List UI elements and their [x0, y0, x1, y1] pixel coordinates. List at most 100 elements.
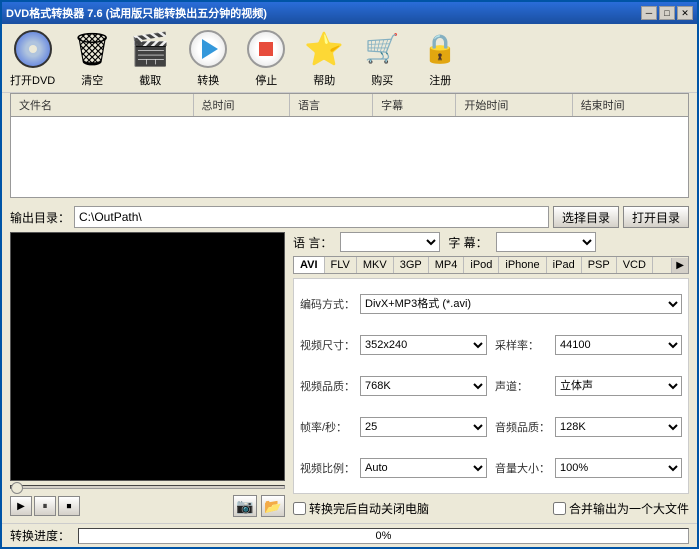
sample-rate-select[interactable]: 44100: [555, 335, 682, 355]
close-button[interactable]: ✕: [677, 6, 693, 20]
col-language: 语言: [290, 94, 373, 116]
window-title: DVD格式转换器 7.6 (试用版只能转换出五分钟的视频): [6, 5, 267, 21]
video-controls: ▶ ⏸ ⏹ 📷 📂: [10, 493, 285, 519]
video-quality-row: 视频品质： 768K: [300, 367, 487, 404]
video-preview: ▶ ⏸ ⏹ 📷 📂: [10, 232, 285, 519]
help-button[interactable]: ⭐ 帮助: [303, 28, 345, 88]
register-label: 注册: [429, 72, 451, 88]
volume-row: 音量大小： 100%: [495, 450, 682, 487]
audio-quality-select[interactable]: 128K: [555, 417, 682, 437]
open-dvd-label: 打开DVD: [10, 72, 55, 88]
toolbar: 打开DVD 🗑 清空 🎬 截取 转换: [2, 24, 697, 93]
clear-label: 清空: [81, 72, 103, 88]
minimize-button[interactable]: ─: [641, 6, 657, 20]
play-button[interactable]: ▶: [10, 496, 32, 516]
pause-button[interactable]: ⏸: [34, 496, 56, 516]
open-dvd-button[interactable]: 打开DVD: [10, 28, 55, 88]
audio-quality-row: 音频品质： 128K: [495, 409, 682, 446]
stop-ctrl-button[interactable]: ⏹: [58, 496, 80, 516]
col-filename: 文件名: [11, 94, 194, 116]
volume-select[interactable]: 100%: [555, 458, 682, 478]
tab-vcd[interactable]: VCD: [617, 257, 653, 273]
more-tabs-button[interactable]: ▶: [671, 258, 688, 273]
video-size-select[interactable]: 352x240: [360, 335, 487, 355]
maximize-button[interactable]: □: [659, 6, 675, 20]
playback-controls: ▶ ⏸ ⏹: [10, 496, 80, 516]
stop-label: 停止: [255, 72, 277, 88]
tab-mkv[interactable]: MKV: [357, 257, 394, 273]
progress-row: 转换进度： 0%: [2, 523, 697, 547]
language-label: 语 言：: [293, 234, 332, 251]
file-table-header: 文件名 总时间 语言 字幕 开始时间 结束时间: [11, 94, 688, 117]
buy-label: 购买: [371, 72, 393, 88]
col-end-time: 结束时间: [573, 94, 688, 116]
audio-channel-row: 声道： 立体声: [495, 367, 682, 404]
file-table-body[interactable]: [11, 117, 688, 197]
settings-panel: 语 言： 字 幕： AVI FLV MKV 3GP MP4 iPod iPhon…: [285, 232, 689, 519]
aspect-ratio-select[interactable]: Auto: [360, 458, 487, 478]
open-dir-button[interactable]: 打开目录: [623, 206, 689, 228]
progress-label: 转换进度：: [10, 527, 70, 544]
buy-button[interactable]: 🛒 购买: [361, 28, 403, 88]
tab-ipod[interactable]: iPod: [464, 257, 499, 273]
video-quality-select[interactable]: 768K: [360, 376, 487, 396]
settings-grid: 编码方式： DivX+MP3格式 (*.avi) 视频尺寸： 352x240 采: [293, 278, 689, 494]
sample-rate-row: 采样率： 44100: [495, 326, 682, 363]
auto-shutdown-checkbox[interactable]: [293, 502, 306, 515]
convert-label: 转换: [197, 72, 219, 88]
col-duration: 总时间: [194, 94, 290, 116]
frame-rate-select[interactable]: 25: [360, 417, 487, 437]
slider-thumb[interactable]: [11, 482, 23, 494]
tab-mp4[interactable]: MP4: [429, 257, 465, 273]
tab-flv[interactable]: FLV: [325, 257, 357, 273]
video-slider: [10, 485, 285, 489]
tab-3gp[interactable]: 3GP: [394, 257, 429, 273]
sample-rate-label: 采样率：: [495, 337, 551, 353]
frame-rate-row: 帧率/秒： 25: [300, 409, 487, 446]
audio-channel-select[interactable]: 立体声: [555, 376, 682, 396]
camera-button[interactable]: 📷: [233, 495, 257, 517]
tab-iphone[interactable]: iPhone: [499, 257, 546, 273]
aspect-ratio-row: 视频比例： Auto: [300, 450, 487, 487]
tab-ipad[interactable]: iPad: [547, 257, 582, 273]
title-bar: DVD格式转换器 7.6 (试用版只能转换出五分钟的视频) ─ □ ✕: [2, 2, 697, 24]
select-dir-button[interactable]: 选择目录: [553, 206, 619, 228]
video-size-label: 视频尺寸：: [300, 337, 356, 353]
star-icon: ⭐: [304, 30, 344, 68]
lock-icon: 🔒: [423, 30, 458, 68]
volume-label: 音量大小：: [495, 460, 551, 476]
tab-psp[interactable]: PSP: [582, 257, 617, 273]
stop-button[interactable]: 停止: [245, 28, 287, 88]
slider-track[interactable]: [10, 485, 285, 489]
clear-button[interactable]: 🗑 清空: [71, 28, 113, 88]
video-size-row: 视频尺寸： 352x240: [300, 326, 487, 363]
auto-shutdown-label: 转换完后自动关闭电脑: [309, 500, 429, 517]
codec-row: 编码方式： DivX+MP3格式 (*.avi): [300, 285, 682, 322]
capture-button[interactable]: 🎬 截取: [129, 28, 171, 88]
checkbox-row: 转换完后自动关闭电脑 合并输出为一个大文件: [293, 498, 689, 519]
language-select[interactable]: [340, 232, 440, 252]
folder-button[interactable]: 📂: [261, 495, 285, 517]
film-icon: 🎬: [130, 30, 170, 68]
col-start-time: 开始时间: [456, 94, 572, 116]
tab-avi[interactable]: AVI: [294, 257, 325, 273]
codec-select[interactable]: DivX+MP3格式 (*.avi): [360, 294, 682, 314]
progress-text: 0%: [79, 529, 688, 543]
aspect-ratio-label: 视频比例：: [300, 460, 356, 476]
merge-output-label: 合并输出为一个大文件: [569, 500, 689, 517]
video-screen: [10, 232, 285, 481]
register-button[interactable]: 🔒 注册: [419, 28, 461, 88]
merge-output-checkbox[interactable]: [553, 502, 566, 515]
subtitle-select[interactable]: [496, 232, 596, 252]
play-icon: [189, 30, 227, 68]
output-label: 输出目录：: [10, 209, 70, 226]
auto-shutdown-item: 转换完后自动关闭电脑: [293, 500, 429, 517]
help-label: 帮助: [313, 72, 335, 88]
audio-quality-label: 音频品质：: [495, 419, 551, 435]
output-path-input[interactable]: [74, 206, 549, 228]
frame-rate-label: 帧率/秒：: [300, 419, 356, 435]
convert-button[interactable]: 转换: [187, 28, 229, 88]
subtitle-label: 字 幕：: [448, 234, 487, 251]
audio-channel-label: 声道：: [495, 378, 551, 394]
dvd-icon: [14, 30, 52, 68]
